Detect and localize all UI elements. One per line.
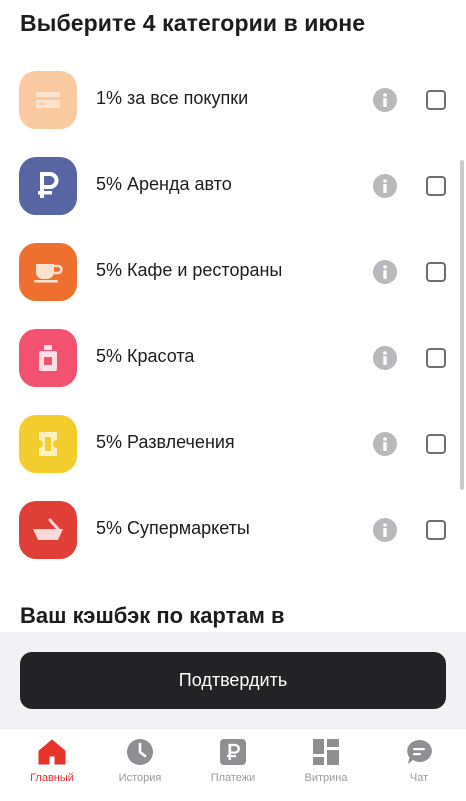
home-icon	[37, 737, 67, 767]
info-icon[interactable]	[373, 346, 397, 370]
category-label: 1% за все покупки	[96, 88, 249, 108]
tab-showcase[interactable]: Витрина	[286, 737, 366, 797]
perfume-icon	[19, 329, 77, 387]
info-icon[interactable]	[373, 260, 397, 284]
clock-icon	[125, 737, 155, 767]
category-list: 1% за все покупки 5% Аренда авто 5% Кафе…	[0, 58, 466, 574]
category-row-entertainment[interactable]: 5% Развлечения	[0, 402, 466, 488]
ruble-icon	[19, 157, 77, 215]
category-checkbox[interactable]	[426, 434, 446, 454]
basket-icon	[19, 501, 77, 559]
tab-payments[interactable]: Платежи	[193, 737, 273, 797]
category-row-car-rental[interactable]: 5% Аренда авто	[0, 144, 466, 230]
info-icon[interactable]	[373, 518, 397, 542]
category-row-cafe[interactable]: 5% Кафе и рестораны	[0, 230, 466, 316]
category-label: 5% Супермаркеты	[96, 518, 250, 538]
chat-bubble-icon	[404, 737, 434, 767]
info-icon[interactable]	[373, 432, 397, 456]
tab-label: Витрина	[304, 772, 348, 784]
tab-label: История	[118, 772, 162, 784]
scrollbar[interactable]	[460, 160, 464, 490]
tab-label: Главный	[30, 772, 74, 784]
info-icon[interactable]	[373, 88, 397, 112]
category-checkbox[interactable]	[426, 176, 446, 196]
bottom-tab-bar: Главный История Платежи Витрина Чат	[0, 728, 466, 801]
tab-home[interactable]: Главный	[12, 737, 92, 797]
bottom-action-panel: Подтвердить	[0, 632, 466, 728]
category-label: 5% Аренда авто	[96, 174, 232, 194]
cup-icon	[19, 243, 77, 301]
category-checkbox[interactable]	[426, 520, 446, 540]
category-row-all-purchases[interactable]: 1% за все покупки	[0, 58, 466, 144]
ticket-icon	[19, 415, 77, 473]
category-row-supermarkets[interactable]: 5% Супермаркеты	[0, 488, 466, 574]
category-checkbox[interactable]	[426, 262, 446, 282]
card-icon	[19, 71, 77, 129]
grid-icon	[311, 737, 341, 767]
category-label: 5% Красота	[96, 346, 195, 366]
confirm-button[interactable]: Подтвердить	[20, 652, 446, 709]
cashback-section-title: Ваш кэшбэк по картам в	[20, 603, 285, 628]
category-checkbox[interactable]	[426, 348, 446, 368]
category-checkbox[interactable]	[426, 90, 446, 110]
tab-label: Чат	[409, 772, 429, 784]
tab-label: Платежи	[210, 772, 256, 784]
page-title: Выберите 4 категории в июне	[20, 10, 366, 36]
category-row-beauty[interactable]: 5% Красота	[0, 316, 466, 402]
tab-history[interactable]: История	[100, 737, 180, 797]
category-label: 5% Кафе и рестораны	[96, 260, 283, 280]
ruble-square-icon	[218, 737, 248, 767]
category-label: 5% Развлечения	[96, 432, 235, 452]
info-icon[interactable]	[373, 174, 397, 198]
tab-chat[interactable]: Чат	[379, 737, 459, 797]
